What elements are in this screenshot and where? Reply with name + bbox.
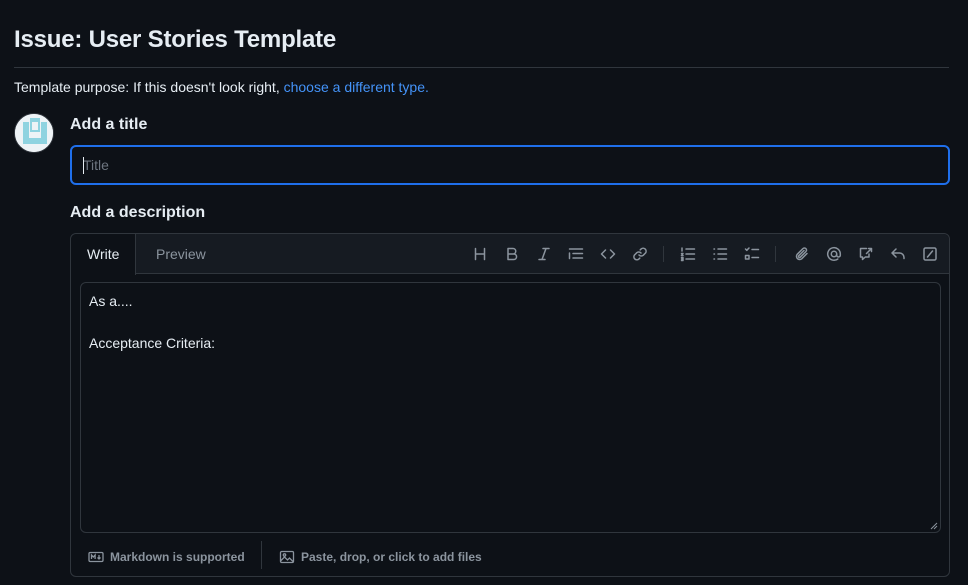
template-purpose: Template purpose: If this doesn't look r… <box>14 79 429 95</box>
toolbar-divider <box>663 246 664 262</box>
description-line: Acceptance Criteria: <box>89 335 216 351</box>
identicon-icon <box>15 114 53 152</box>
markdown-editor: Write Preview As a.... Acceptance Criter… <box>70 233 950 577</box>
editor-header: Write Preview <box>71 234 949 275</box>
mention-icon <box>826 246 842 262</box>
description-line <box>89 314 932 335</box>
toolbar-divider <box>775 246 776 262</box>
reply-icon <box>891 248 905 260</box>
tab-preview[interactable]: Preview <box>140 234 222 274</box>
task-list-button[interactable] <box>740 242 764 266</box>
image-icon <box>279 550 295 564</box>
markdown-supported-label: Markdown is supported <box>110 550 245 564</box>
description-label: Add a description <box>70 204 206 221</box>
bold-button[interactable] <box>500 242 524 266</box>
quote-icon <box>568 248 584 260</box>
italic-button[interactable] <box>532 242 556 266</box>
footer-divider <box>261 541 262 569</box>
italic-icon <box>538 247 550 261</box>
add-files-label: Paste, drop, or click to add files <box>301 550 482 564</box>
reply-button[interactable] <box>886 242 910 266</box>
title-label: Add a title <box>70 116 148 133</box>
text-caret <box>83 157 84 174</box>
markdown-supported-link[interactable]: Markdown is supported <box>88 549 245 565</box>
task-list-icon <box>744 247 760 260</box>
ordered-list-button[interactable] <box>676 242 700 266</box>
reference-icon <box>859 247 873 261</box>
link-icon <box>633 247 647 261</box>
attach-icon <box>795 247 808 261</box>
bold-icon <box>507 247 518 261</box>
choose-different-type-link[interactable]: choose a different type. <box>284 79 429 95</box>
avatar[interactable] <box>14 113 54 153</box>
code-icon <box>600 249 616 259</box>
reference-button[interactable] <box>854 242 878 266</box>
description-line: As a.... <box>89 293 133 309</box>
ordered-list-icon <box>680 247 696 262</box>
page-title: Issue: User Stories Template <box>14 26 337 53</box>
unordered-list-icon <box>713 248 728 260</box>
template-purpose-text: Template purpose: If this doesn't look r… <box>14 79 284 95</box>
heading-button[interactable] <box>468 242 492 266</box>
quote-button[interactable] <box>564 242 588 266</box>
resize-handle-icon[interactable] <box>930 522 938 530</box>
attach-button[interactable] <box>790 242 814 266</box>
slash-command-button[interactable] <box>918 242 942 266</box>
description-textarea[interactable]: As a.... Acceptance Criteria: <box>80 282 941 533</box>
add-files-button[interactable]: Paste, drop, or click to add files <box>279 549 482 565</box>
code-button[interactable] <box>596 242 620 266</box>
link-button[interactable] <box>628 242 652 266</box>
tab-write[interactable]: Write <box>71 234 137 275</box>
title-divider <box>14 67 949 68</box>
markdown-icon <box>88 551 104 563</box>
heading-icon <box>474 247 486 261</box>
unordered-list-button[interactable] <box>708 242 732 266</box>
mention-button[interactable] <box>822 242 846 266</box>
title-input[interactable] <box>70 145 950 185</box>
slash-command-icon <box>923 247 937 261</box>
editor-footer: Markdown is supported Paste, drop, or cl… <box>71 540 949 576</box>
